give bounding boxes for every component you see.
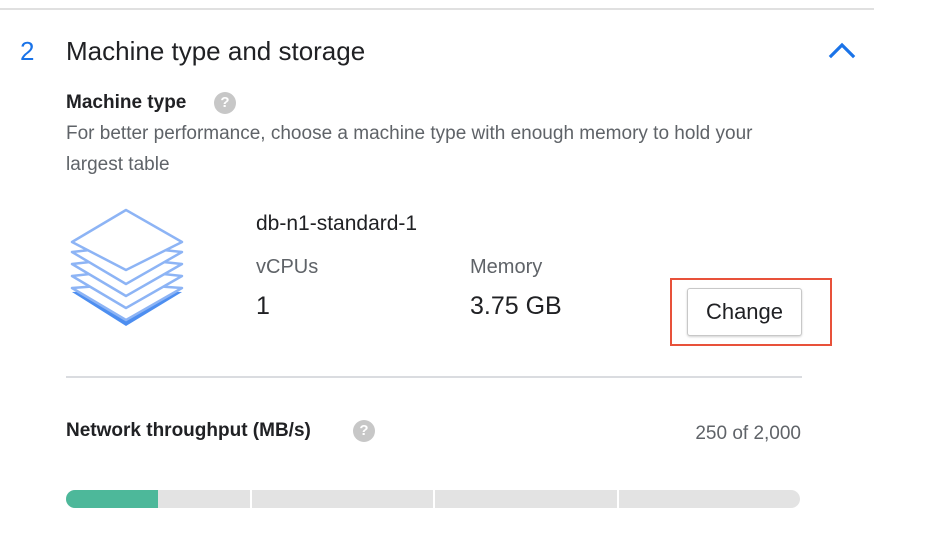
vcpus-value: 1	[256, 292, 270, 320]
bar-segment-divider	[616, 490, 619, 508]
network-throughput-fill	[66, 490, 158, 508]
machine-type-description: For better performance, choose a machine…	[66, 123, 753, 175]
bar-segment-divider	[433, 490, 435, 508]
change-button[interactable]: Change	[687, 288, 802, 336]
section-divider	[66, 376, 802, 378]
layered-stack-icon	[70, 208, 184, 326]
machine-type-label: Machine type	[66, 92, 187, 113]
chevron-up-icon	[828, 42, 856, 59]
bar-segment-divider	[249, 490, 252, 508]
collapse-button[interactable]	[826, 36, 858, 64]
section-title: Machine type and storage	[66, 36, 366, 66]
network-help-icon[interactable]: ?	[353, 420, 375, 442]
machine-type-help-icon[interactable]: ?	[214, 92, 236, 114]
top-divider	[0, 8, 874, 10]
vcpus-label: vCPUs	[256, 256, 319, 278]
network-throughput-bar	[66, 490, 800, 508]
network-throughput-label: Network throughput (MB/s)	[66, 420, 311, 441]
machine-name: db-n1-standard-1	[256, 212, 418, 235]
network-throughput-value: 250 of 2,000	[695, 423, 801, 444]
memory-label: Memory	[470, 256, 543, 278]
memory-value: 3.75 GB	[470, 292, 562, 320]
step-number: 2	[20, 36, 35, 66]
